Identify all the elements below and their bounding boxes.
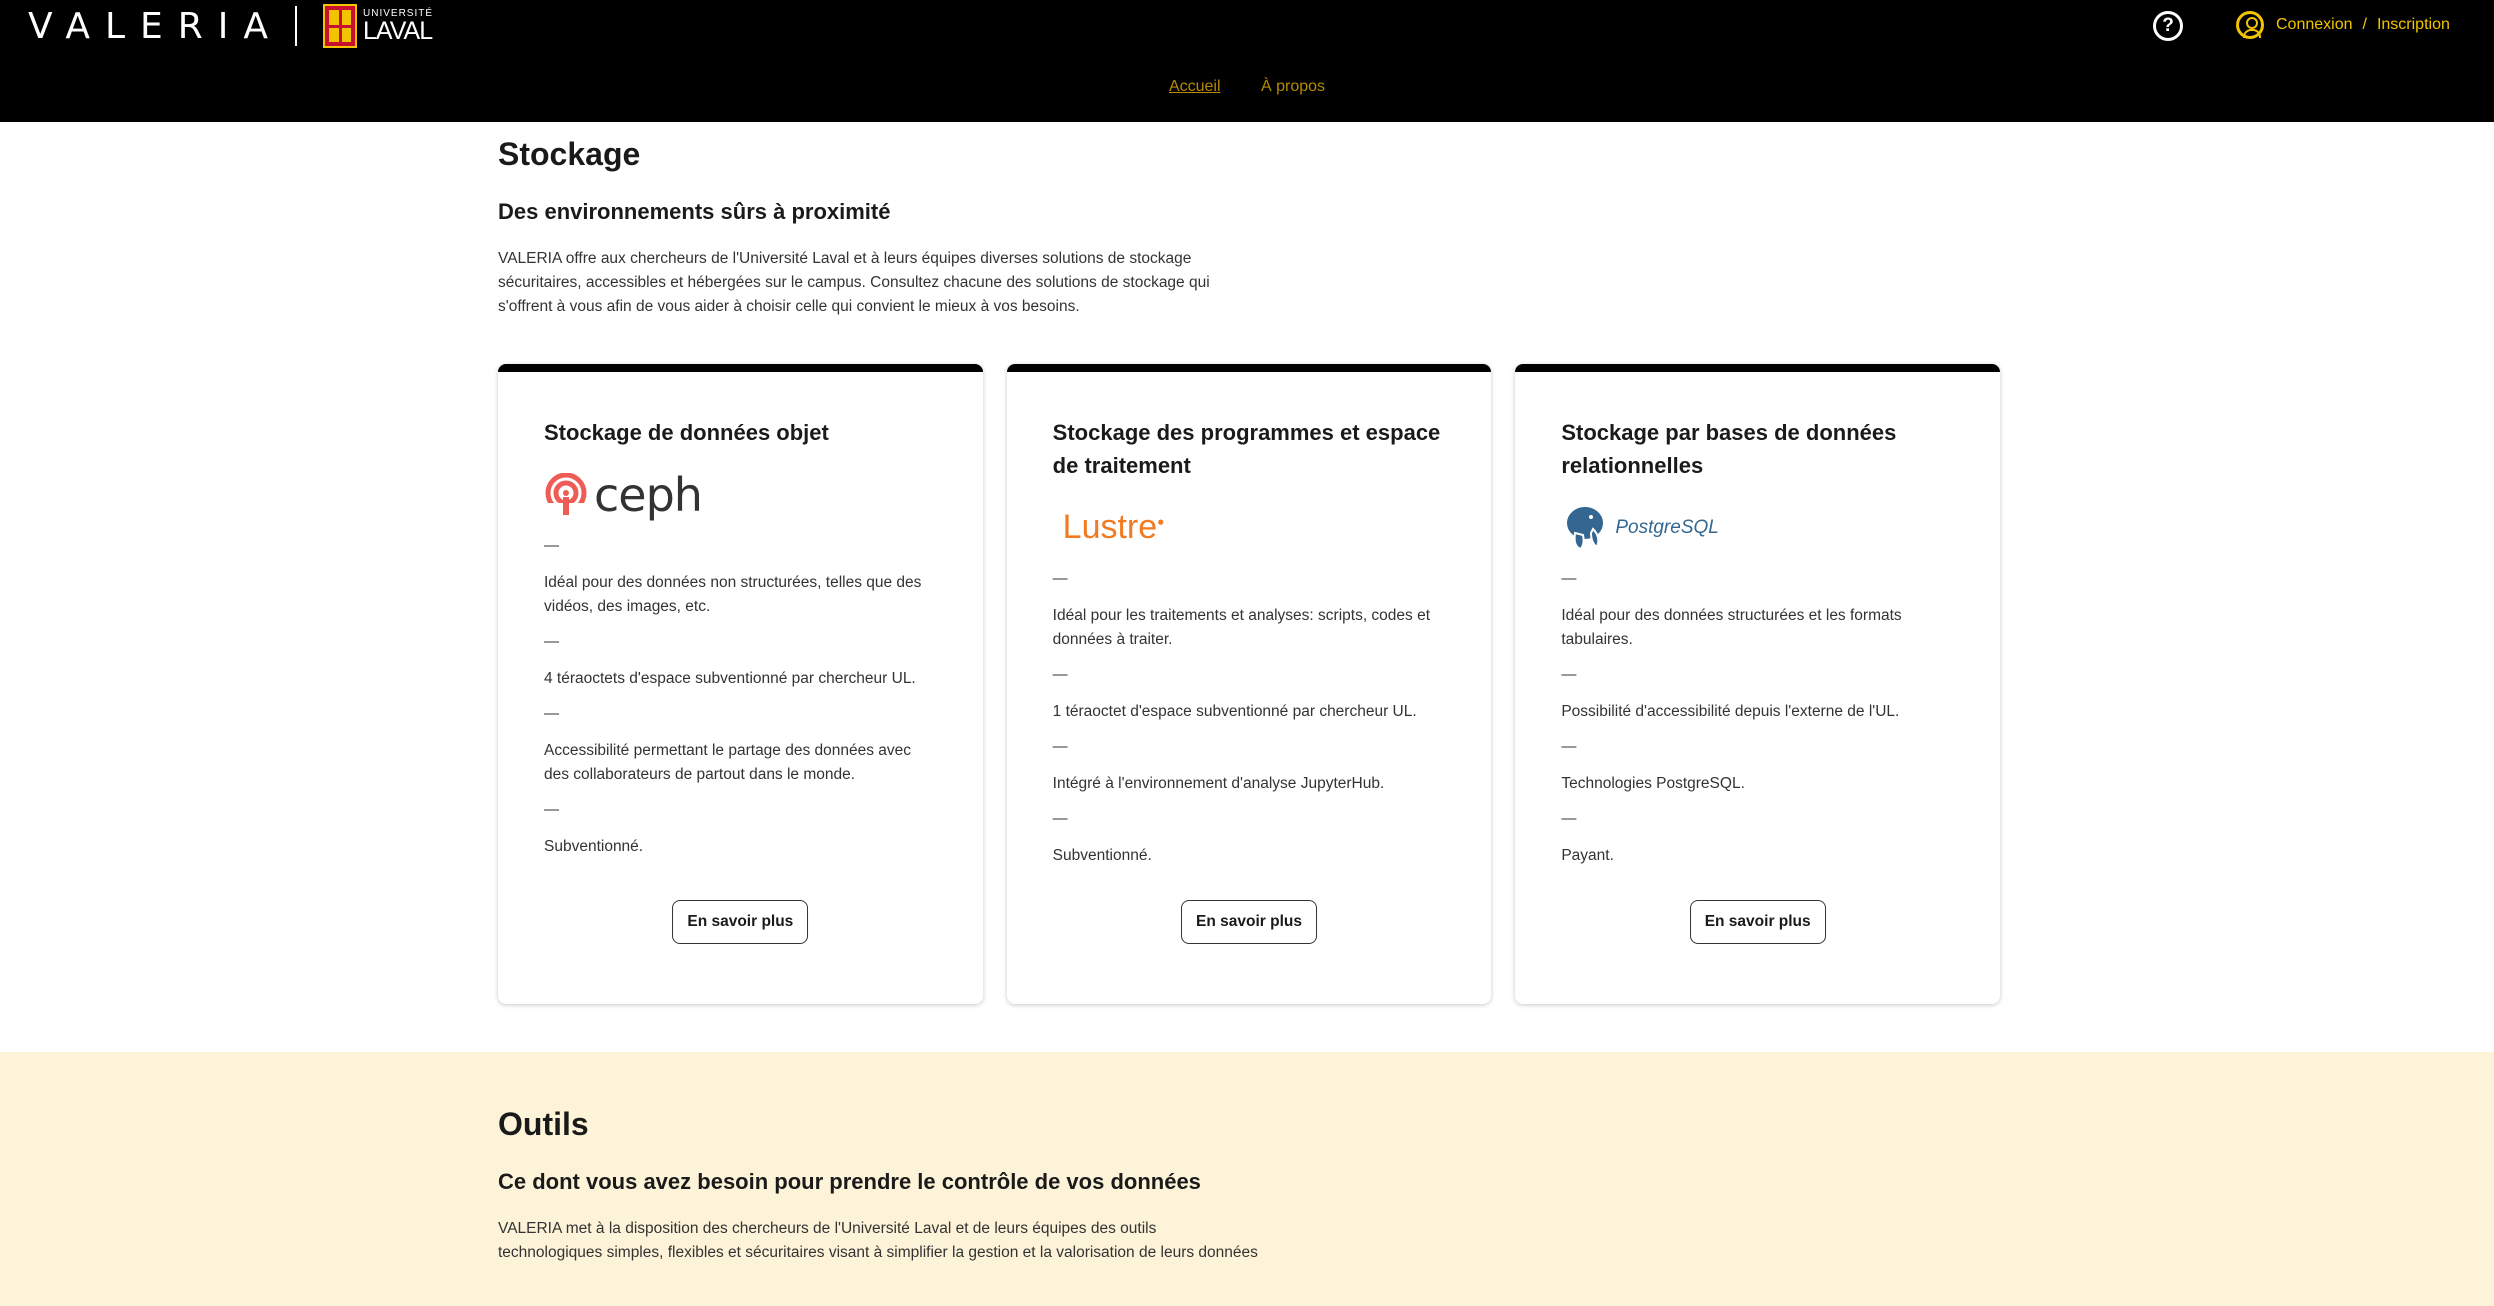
outils-title: Outils: [498, 1106, 589, 1142]
account-links: Connexion / Inscription: [2236, 10, 2450, 40]
ceph-icon: [545, 473, 587, 517]
card-relational-db: Stockage par bases de données relationne…: [1515, 364, 2001, 1004]
dash-separator: —: [1561, 666, 1577, 683]
feature-item: Payant.: [1561, 847, 1614, 864]
dash-separator: —: [1052, 570, 1068, 587]
stockage-subtitle: Des environnements sûrs à proximité: [498, 199, 891, 224]
signup-link[interactable]: Inscription: [2377, 16, 2450, 34]
lustre-logo-text: Lustre: [1062, 508, 1158, 546]
card-title: Stockage des programmes et espace de tra…: [1052, 420, 1441, 478]
help-icon[interactable]: ?: [2153, 11, 2183, 41]
universite-laval-logo[interactable]: UNIVERSITÉ LAVAL: [323, 4, 433, 48]
feature-item: 4 téraoctets d'espace subventionné par c…: [544, 670, 916, 687]
logo-divider: [295, 6, 298, 46]
ul-logo-big-text: LAVAL: [363, 16, 433, 45]
dash-separator: —: [1561, 570, 1577, 587]
feature-list: — Idéal pour des données structurées et …: [1561, 568, 1954, 868]
valeria-logo[interactable]: VALERIA: [28, 6, 283, 47]
learn-more-button[interactable]: En savoir plus: [1689, 900, 1826, 944]
card-title: Stockage par bases de données relationne…: [1561, 420, 1897, 478]
learn-more-button[interactable]: En savoir plus: [1181, 900, 1317, 944]
outils-section: Outils Ce dont vous avez besoin pour pre…: [498, 1106, 2000, 1265]
card-object-storage: Stockage de données objet ceph — Idéal p…: [498, 364, 983, 1004]
feature-list: — Idéal pour les traitements et analyses…: [1053, 568, 1446, 868]
stockage-section: Stockage Des environnements sûrs à proxi…: [498, 136, 2000, 319]
feature-list: — Idéal pour des données non structurées…: [544, 535, 937, 859]
lustre-logo: Lustre●: [1052, 500, 1203, 556]
postgresql-logo: PostgreSQL: [1561, 503, 1719, 553]
storage-cards: Stockage de données objet ceph — Idéal p…: [498, 364, 2001, 1004]
login-link[interactable]: Connexion: [2276, 16, 2353, 34]
feature-item: Accessibilité permettant le partage des …: [544, 742, 912, 783]
feature-item: Idéal pour des données non structurées, …: [544, 574, 922, 615]
postgresql-elephant-icon: [1565, 505, 1606, 551]
user-circle-icon[interactable]: [2236, 11, 2264, 39]
dash-separator: —: [544, 633, 559, 650]
outils-subtitle: Ce dont vous avez besoin pour prendre le…: [498, 1169, 1201, 1194]
card-title: Stockage de données objet: [544, 420, 829, 445]
brand-logos[interactable]: VALERIA UNIVERSITÉ LAVAL: [28, 4, 433, 48]
dash-separator: —: [544, 801, 559, 818]
feature-item: Idéal pour des données structurées et le…: [1561, 607, 1902, 648]
feature-item: Idéal pour les traitements et analyses: …: [1052, 607, 1431, 648]
dash-separator: —: [1052, 810, 1068, 827]
nav-link-accueil[interactable]: Accueil: [1169, 78, 1221, 95]
ceph-logo-text: ceph: [594, 468, 703, 522]
ul-shield-icon: [323, 4, 358, 48]
feature-item: Possibilité d'accessibilité depuis l'ext…: [1561, 703, 1900, 720]
dash-separator: —: [1052, 738, 1068, 755]
postgresql-logo-text: PostgreSQL: [1615, 517, 1719, 538]
dash-separator: —: [544, 705, 559, 722]
nav-link-a-propos[interactable]: À propos: [1261, 78, 1325, 95]
learn-more-button[interactable]: En savoir plus: [672, 900, 809, 944]
dash-separator: —: [544, 537, 559, 554]
card-program-storage: Stockage des programmes et espace de tra…: [1006, 364, 1492, 1004]
outils-description: VALERIA met à la disposition des cherche…: [498, 1220, 1258, 1261]
site-header: VALERIA UNIVERSITÉ LAVAL ? Connexion / I…: [0, 0, 2494, 122]
dash-separator: —: [1561, 810, 1577, 827]
stockage-description: VALERIA offre aux chercheurs de l'Univer…: [498, 250, 1210, 315]
feature-item: Technologies PostgreSQL.: [1561, 775, 1745, 792]
dash-separator: —: [1561, 738, 1577, 755]
feature-item: 1 téraoctet d'espace subventionné par ch…: [1052, 703, 1417, 720]
feature-item: Subventionné.: [544, 838, 644, 855]
account-separator: /: [2362, 16, 2367, 33]
stockage-title: Stockage: [498, 136, 641, 172]
dash-separator: —: [1052, 666, 1068, 683]
feature-item: Intégré à l'environnement d'analyse Jupy…: [1052, 775, 1385, 792]
main-nav: Accueil À propos: [0, 78, 2494, 96]
feature-item: Subventionné.: [1052, 847, 1152, 864]
ceph-logo: ceph: [544, 468, 703, 522]
